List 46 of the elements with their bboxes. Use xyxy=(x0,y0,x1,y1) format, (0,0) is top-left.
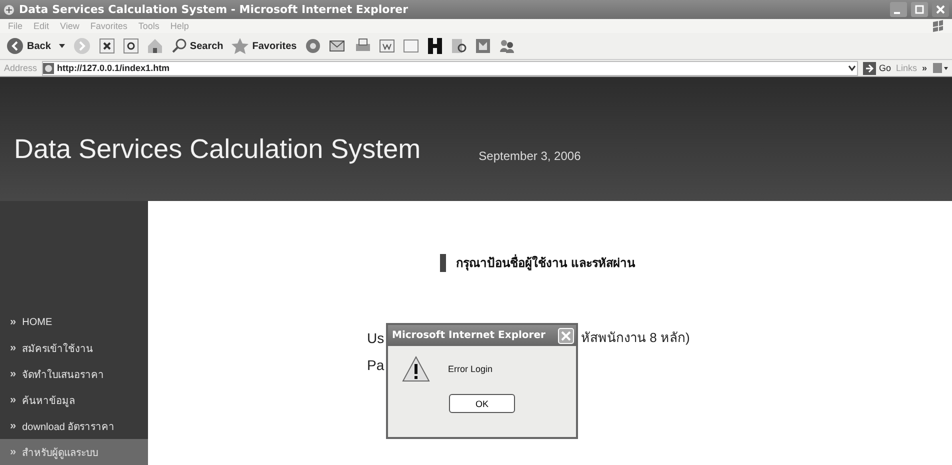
toolbar-h-icon[interactable] xyxy=(426,37,443,55)
back-button[interactable]: Back xyxy=(6,37,51,55)
search-icon xyxy=(170,38,187,54)
page-icon[interactable] xyxy=(932,62,948,74)
stop-icon[interactable] xyxy=(98,38,115,54)
go-arrow-icon xyxy=(862,62,876,74)
dialog-title: Microsoft Internet Explorer xyxy=(392,330,546,341)
messenger-icon[interactable] xyxy=(498,38,515,54)
site-title: Data Services Calculation System xyxy=(14,134,421,165)
username-label: Us xyxy=(367,330,384,346)
nav-link[interactable]: » HOME xyxy=(0,309,148,335)
username-hint: หัสพนักงาน 8 หลัก) xyxy=(581,329,690,347)
browser-icon xyxy=(3,4,15,16)
edit-icon[interactable] xyxy=(378,38,395,54)
address-label: Address xyxy=(4,63,38,73)
picture-frame-icon[interactable] xyxy=(474,38,491,54)
nav-link[interactable]: » download อัตราราคา xyxy=(0,413,148,439)
site-date: September 3, 2006 xyxy=(478,149,581,163)
close-icon[interactable] xyxy=(932,2,949,17)
close-icon[interactable] xyxy=(558,328,574,344)
nav-link[interactable]: » จัดทำใบเสนอราคา xyxy=(0,361,148,387)
password-label: Pa xyxy=(367,356,384,372)
maximize-icon[interactable] xyxy=(911,2,928,17)
window-title: Data Services Calculation System - Microsoft Internet Explorer xyxy=(19,3,410,16)
go-button[interactable]: Go xyxy=(862,62,891,74)
nav-link[interactable]: » สำหรับผู้ดูแลระบบ xyxy=(0,439,148,465)
login-heading: กรุณาป้อนชื่อผู้ใช้งาน และรหัสผ่าน xyxy=(456,253,636,272)
refresh-icon[interactable] xyxy=(122,38,139,54)
more-links-button[interactable]: » xyxy=(922,63,927,73)
dropdown-arrow-icon[interactable] xyxy=(58,44,65,48)
flag-icon xyxy=(932,20,944,32)
favorites-button[interactable]: Favorites xyxy=(231,38,297,54)
minimize-icon[interactable] xyxy=(890,2,907,17)
ok-button[interactable]: OK xyxy=(449,394,515,413)
media-icon[interactable] xyxy=(304,38,321,54)
nav-link[interactable]: » สมัครเข้าใช้งาน xyxy=(0,335,148,361)
nav-link[interactable]: » ค้นหาข้อมูล xyxy=(0,387,148,413)
mail-icon[interactable] xyxy=(328,38,347,54)
printer-icon[interactable] xyxy=(354,38,371,54)
heading-marker-icon xyxy=(440,254,446,272)
star-icon xyxy=(231,38,250,54)
dialog-message: Error Login xyxy=(448,364,493,374)
warning-icon xyxy=(402,356,430,382)
home-icon[interactable] xyxy=(146,38,163,54)
search-button[interactable]: Search xyxy=(170,38,224,54)
address-field[interactable]: http://127.0.0.1/index1.htm xyxy=(42,60,858,76)
